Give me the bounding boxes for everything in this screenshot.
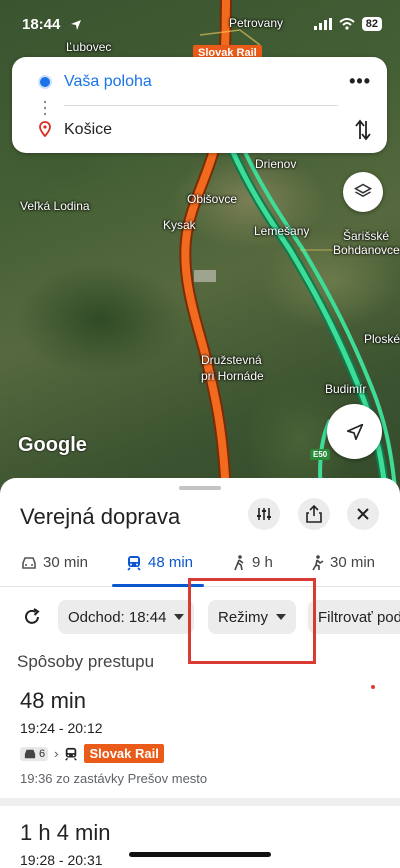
origin-field[interactable]: Vaša poloha: [64, 73, 152, 91]
filter-chip[interactable]: Filtrovať podľa: [308, 600, 400, 634]
place-label: Veľká Lodina: [20, 199, 90, 213]
place-label: Drienov: [255, 157, 297, 171]
tab-driving[interactable]: 30 min: [21, 554, 88, 571]
place-label: Budimír: [325, 382, 367, 396]
chip-label: Odchod: 18:44: [68, 608, 167, 626]
car-icon: [24, 749, 36, 758]
drag-handle[interactable]: [179, 486, 221, 490]
share-button[interactable]: [298, 498, 330, 530]
route-dots: [44, 99, 46, 117]
directions-sheet: Verejná doprava 30 min 48 min 9 h 30 min…: [0, 478, 400, 868]
departure-time-chip[interactable]: Odchod: 18:44: [58, 600, 195, 634]
tab-label: 9 h: [252, 554, 273, 571]
origin-dot-icon: [40, 77, 50, 87]
tune-icon: [257, 508, 271, 520]
route-option[interactable]: 1 h 4 min 19:28 - 20:31: [20, 820, 111, 868]
car-icon: [22, 556, 36, 569]
google-logo: Google: [18, 434, 87, 456]
place-label: Šarišské: [343, 229, 390, 243]
departure-info: 19:36 zo zastávky Prešov mesto: [20, 771, 208, 786]
home-indicator[interactable]: [129, 852, 271, 857]
divider: [64, 105, 338, 106]
sheet-title: Verejná doprava: [20, 504, 181, 529]
place-label: pri Hornáde: [201, 369, 264, 383]
place-label: Lemešany: [254, 224, 310, 238]
place-label: Obišovce: [187, 192, 238, 206]
swap-vert-icon[interactable]: [355, 119, 371, 141]
rail-badge: Slovak Rail: [84, 744, 164, 763]
close-icon: [357, 508, 369, 520]
close-button[interactable]: [347, 498, 379, 530]
tab-label: 30 min: [330, 554, 376, 571]
options-button[interactable]: [248, 498, 280, 530]
wifi-icon: [339, 18, 355, 30]
destination-field[interactable]: Košice: [64, 121, 112, 139]
highlight-annotation: [188, 578, 316, 664]
tab-label: 30 min: [43, 554, 89, 571]
route-option[interactable]: 48 min 19:24 - 20:12 6 › Slovak Rail 19:…: [20, 688, 207, 786]
caret-down-icon: [174, 614, 185, 620]
tab-transit[interactable]: 48 min: [126, 554, 193, 571]
clock: 18:44: [22, 16, 61, 33]
destination-pin-icon: [39, 121, 51, 137]
tab-walking[interactable]: 9 h: [232, 554, 273, 571]
village-patch: [194, 270, 216, 282]
car-leg: 6: [20, 746, 49, 761]
road-shield: E50: [310, 449, 331, 460]
location-arrow-icon: [71, 20, 81, 30]
car-minutes: 6: [39, 747, 46, 760]
my-location-button[interactable]: [327, 404, 382, 459]
layers-button[interactable]: [343, 172, 383, 212]
route-times: 19:24 - 20:12: [20, 720, 103, 736]
ride-icon: [312, 554, 324, 570]
place-label: Kysak: [163, 218, 196, 232]
transit-icon: [127, 555, 141, 571]
share-icon: [306, 505, 322, 523]
chip-label: Filtrovať podľa: [318, 608, 400, 626]
refresh-icon[interactable]: [22, 607, 42, 627]
signal-icon: [313, 18, 332, 30]
layers-icon: [353, 183, 373, 198]
route-duration: 1 h 4 min: [20, 820, 111, 845]
red-dot: [371, 685, 375, 689]
tab-ride[interactable]: 30 min: [310, 554, 375, 571]
section-title: Spôsoby prestupu: [17, 652, 155, 671]
route-divider: [0, 798, 400, 806]
place-label: Ploské: [364, 332, 400, 346]
navigation-arrow-icon: [346, 423, 363, 440]
transit-icon: [65, 747, 78, 761]
status-bar: 18:44 82: [0, 0, 400, 48]
walk-icon: [234, 554, 244, 570]
directions-card: Vaša poloha ••• Košice: [12, 57, 387, 153]
place-label: Bohdanovce: [333, 243, 400, 257]
route-duration: 48 min: [20, 688, 87, 713]
route-legs: 6 › Slovak Rail: [20, 744, 207, 763]
tab-label: 48 min: [148, 554, 194, 571]
chevron-right-icon: ›: [54, 746, 59, 761]
more-options-button[interactable]: •••: [349, 71, 371, 92]
place-label: Družstevná: [201, 353, 262, 367]
battery-indicator: 82: [361, 17, 382, 31]
